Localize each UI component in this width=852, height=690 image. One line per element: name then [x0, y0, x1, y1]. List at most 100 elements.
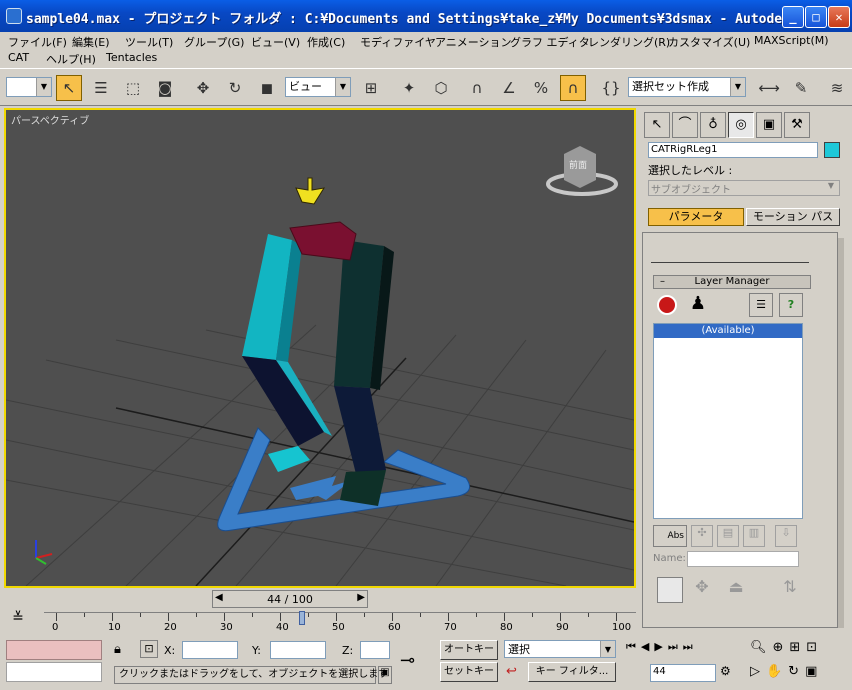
figure-icon[interactable]: ♟	[685, 293, 711, 317]
ruler-tick-label: 10	[108, 622, 121, 633]
select-by-name-button[interactable]: ☰	[88, 75, 114, 101]
selection-filter-dropdown[interactable]: ▼	[6, 77, 52, 97]
menu-animation[interactable]: アニメーション	[435, 34, 512, 50]
object-color-swatch[interactable]	[824, 142, 840, 158]
y-coordinate-field[interactable]	[270, 641, 326, 659]
current-frame-field[interactable]: 44	[650, 664, 716, 682]
ruler-tick-label: 80	[500, 622, 513, 633]
motion-path-triangle[interactable]	[217, 427, 471, 532]
layer-list-item[interactable]: (Available)	[654, 324, 802, 338]
tab-hierarchy[interactable]: ♁	[700, 112, 726, 138]
next-frame-icon[interactable]: ▶	[357, 592, 365, 603]
rotate-button[interactable]: ↻	[222, 75, 248, 101]
close-button[interactable]: ✕	[828, 6, 850, 28]
percent-snap-button[interactable]: %	[528, 75, 554, 101]
menu-create[interactable]: 作成(C)	[307, 34, 345, 50]
menu-edit[interactable]: 編集(E)	[72, 34, 110, 50]
layer-manager-rollout-header[interactable]: – Layer Manager	[653, 275, 811, 289]
layer-list[interactable]: (Available)	[653, 323, 803, 519]
tab-motion[interactable]: ◎	[728, 112, 754, 138]
window-crossing-button[interactable]: ◙	[152, 75, 178, 101]
viewport-nav-controls[interactable]: 🔍︎⊕⊞⊡	[750, 640, 823, 655]
selection-lock-icon[interactable]: ▣	[378, 666, 392, 684]
tab-utilities[interactable]: ⚒	[784, 112, 810, 138]
menu-file[interactable]: ファイル(F)	[8, 34, 67, 50]
tab-create[interactable]: ↖	[644, 112, 670, 138]
absolute-mode-icon[interactable]: ⊡	[140, 640, 158, 658]
spinner-snap-button[interactable]: ∩	[560, 75, 586, 101]
keyboard-shortcut-button[interactable]: ⬡	[428, 75, 454, 101]
copy-layer-icon[interactable]: ▤	[717, 525, 739, 547]
tab-parameters[interactable]: パラメータ	[648, 208, 744, 226]
time-cursor[interactable]	[299, 611, 306, 625]
layer-settings-icon[interactable]: ☰	[749, 293, 773, 317]
chevron-down-icon: ▼	[36, 78, 51, 96]
key-filters-button[interactable]: キー フィルタ...	[528, 662, 616, 682]
align-button[interactable]: ✎	[788, 75, 814, 101]
snaps-toggle-button[interactable]: ∩	[464, 75, 490, 101]
pivot-center-button[interactable]: ⊞	[358, 75, 384, 101]
menu-rendering[interactable]: レンダリング(R)	[588, 34, 670, 50]
menu-maxscript[interactable]: MAXScript(M)	[754, 34, 829, 47]
select-manipulate-button[interactable]: ✦	[396, 75, 422, 101]
menu-group[interactable]: グループ(G)	[184, 34, 244, 50]
app-icon[interactable]	[6, 8, 22, 24]
menu-customize[interactable]: カスタマイズ(U)	[668, 34, 750, 50]
auto-key-button[interactable]: オートキー	[440, 640, 498, 660]
tab-motion-paths[interactable]: モーション パス	[746, 208, 840, 226]
key-tangent-icon[interactable]: ↩	[506, 664, 517, 679]
time-config-icon[interactable]: ⚙	[720, 664, 731, 678]
named-selection-set-dropdown[interactable]: 選択セット作成 ▼	[628, 77, 746, 97]
lock-icon[interactable]: 🔒︎	[114, 642, 121, 657]
right-leg[interactable]	[334, 240, 394, 506]
paste-layer-icon[interactable]: ▥	[743, 525, 765, 547]
subobject-dropdown[interactable]: サブオブジェクト ▼	[648, 180, 840, 196]
perspective-viewport[interactable]: パースペクティブ 前面	[4, 108, 636, 588]
layer-arrows-icon[interactable]: ⇅	[777, 577, 803, 603]
curve-editor-icon[interactable]: ≚	[4, 610, 32, 628]
select-object-button[interactable]: ↖	[56, 75, 82, 101]
set-key-button[interactable]: セットキー	[440, 662, 498, 682]
menu-view[interactable]: ビュー(V)	[251, 34, 300, 50]
rectangular-selection-button[interactable]: ⬚	[120, 75, 146, 101]
maxscript-mini-listener[interactable]	[6, 662, 102, 682]
maxscript-listener[interactable]	[6, 640, 102, 660]
panel-scrollbar[interactable]	[838, 238, 844, 628]
time-slider[interactable]: ◀ 44 / 100 ▶	[212, 590, 368, 608]
key-mode-dropdown[interactable]: 選択 ▼	[504, 640, 616, 658]
menu-help[interactable]: ヘルプ(H)	[46, 51, 96, 67]
stop-icon[interactable]	[657, 295, 677, 315]
menu-graph-editors[interactable]: グラフ エディタ	[510, 34, 590, 50]
angle-snap-button[interactable]: ∠	[496, 75, 522, 101]
help-icon[interactable]: ?	[779, 293, 803, 317]
layer-action-icon[interactable]: ⏏	[723, 577, 749, 603]
mirror-button[interactable]: ⟷	[756, 75, 782, 101]
menu-modifiers[interactable]: モディファイヤ	[360, 34, 436, 50]
maximize-button[interactable]: □	[805, 6, 827, 28]
move-layer-icon[interactable]: ✥	[689, 577, 715, 603]
key-icon[interactable]: ⊸	[400, 650, 415, 671]
playback-controls[interactable]: ⏮◀▶⏭⏭	[626, 640, 698, 654]
tab-modify[interactable]: ⌒	[672, 112, 698, 138]
z-coordinate-field[interactable]	[360, 641, 390, 659]
menu-tentacles[interactable]: Tentacles	[106, 51, 157, 64]
scale-button[interactable]: ◼	[254, 75, 280, 101]
move-button[interactable]: ✥	[190, 75, 216, 101]
edit-named-selection-button[interactable]: {}	[598, 75, 624, 101]
add-layer-icon[interactable]: ✣	[691, 525, 713, 547]
abs-layer-button[interactable]: Abs	[653, 525, 687, 547]
viewport-label[interactable]: パースペクティブ	[11, 112, 89, 127]
menu-tools[interactable]: ツール(T)	[125, 34, 173, 50]
layer-color-swatch[interactable]	[657, 577, 683, 603]
time-ruler[interactable]: 0 10 20 30 40 50 60 70 80 90 100	[44, 611, 636, 633]
object-name-field[interactable]: CATRigRLeg1	[648, 142, 818, 158]
layer-manager-button[interactable]: ≋	[824, 75, 850, 101]
delete-layer-icon[interactable]: ⇩	[775, 525, 797, 547]
reference-coordinate-dropdown[interactable]: ビュー ▼	[285, 77, 351, 97]
layer-name-field[interactable]	[687, 551, 799, 567]
minimize-button[interactable]: _	[782, 6, 804, 28]
x-coordinate-field[interactable]	[182, 641, 238, 659]
tab-display[interactable]: ▣	[756, 112, 782, 138]
viewport-nav-controls-2[interactable]: ▷✋↻▣	[750, 664, 823, 679]
menu-cat[interactable]: CAT	[8, 51, 29, 64]
